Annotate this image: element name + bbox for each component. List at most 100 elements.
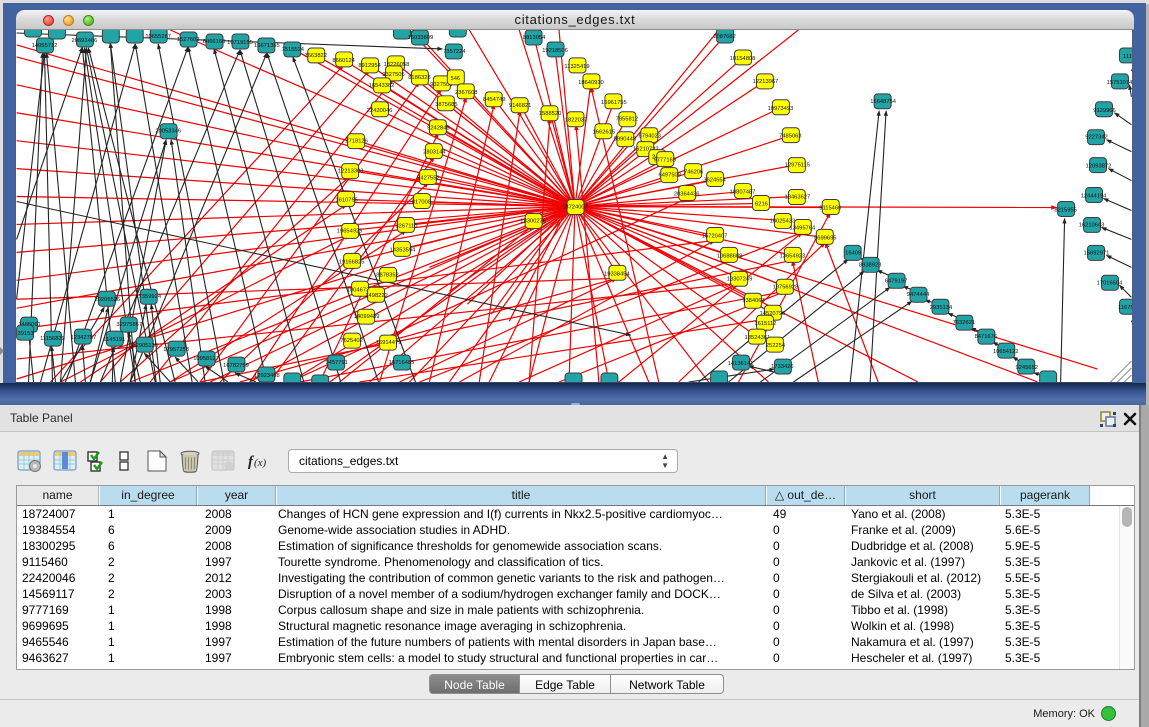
svg-text:8990448: 8990448	[614, 137, 636, 143]
svg-text:16648754: 16648754	[870, 99, 896, 105]
svg-text:8454749: 8454749	[483, 97, 505, 103]
svg-text:1145191: 1145191	[103, 337, 125, 343]
svg-text:15720407: 15720407	[702, 233, 728, 239]
svg-text:17957253: 17957253	[163, 347, 189, 353]
svg-text:18300275: 18300275	[520, 218, 546, 224]
svg-text:8878352: 8878352	[376, 272, 398, 278]
svg-text:16782759: 16782759	[223, 363, 249, 369]
svg-text:7625402: 7625402	[340, 338, 362, 344]
svg-text:2367608: 2367608	[455, 90, 477, 96]
svg-text:18463627: 18463627	[785, 195, 811, 201]
svg-text:7632621: 7632621	[953, 320, 975, 326]
svg-text:1615112: 1615112	[754, 321, 776, 327]
svg-text:20206526: 20206526	[94, 297, 120, 303]
svg-text:12093872: 12093872	[1086, 164, 1112, 170]
svg-text:9699695: 9699695	[814, 235, 836, 241]
svg-text:17359924: 17359924	[135, 294, 161, 300]
svg-text:10154808: 10154808	[730, 56, 756, 62]
svg-text:11325419: 11325419	[564, 64, 589, 70]
svg-text:15716485: 15716485	[389, 360, 415, 366]
svg-text:2087682: 2087682	[713, 34, 735, 40]
svg-text:12923468: 12923468	[254, 373, 280, 379]
svg-text:20691406: 20691406	[72, 38, 98, 44]
svg-text:2803144: 2803144	[423, 150, 446, 156]
svg-text:10025433: 10025433	[770, 218, 796, 224]
svg-text:3267110: 3267110	[395, 223, 417, 229]
svg-text:10973493: 10973493	[768, 106, 794, 112]
svg-text:20364436: 20364436	[674, 192, 700, 198]
svg-text:16210643: 16210643	[1079, 222, 1105, 228]
svg-text:7663822: 7663822	[305, 53, 327, 59]
svg-text:116753: 116753	[1118, 305, 1133, 311]
svg-text:9245652: 9245652	[1015, 365, 1037, 371]
svg-text:11156829: 11156829	[40, 336, 65, 342]
svg-text:16671355: 16671355	[254, 43, 280, 49]
svg-text:22420046: 22420046	[367, 108, 393, 114]
svg-text:12975115: 12975115	[785, 163, 810, 169]
svg-text:8471676: 8471676	[975, 334, 997, 340]
svg-text:14353594: 14353594	[390, 247, 416, 253]
svg-text:12905135: 12905135	[132, 343, 158, 349]
svg-text:19166825: 19166825	[339, 259, 365, 265]
svg-text:16961755: 16961755	[601, 100, 627, 106]
svg-text:8186328: 8186328	[408, 75, 430, 81]
svg-text:1588520: 1588520	[539, 111, 561, 117]
svg-text:13654923: 13654923	[780, 253, 806, 259]
svg-text:9777169: 9777169	[654, 158, 676, 164]
svg-text:8660124: 8660124	[332, 58, 355, 64]
svg-text:8215955: 8215955	[1054, 207, 1076, 213]
svg-text:16543382: 16543382	[369, 83, 395, 89]
svg-text:111: 111	[1123, 54, 1132, 60]
svg-text:9146821: 9146821	[509, 103, 531, 109]
svg-text:746206: 746206	[684, 170, 703, 176]
svg-text:20053346: 20053346	[155, 129, 181, 135]
svg-text:19338454: 19338454	[604, 271, 630, 277]
svg-text:9457791: 9457791	[325, 360, 347, 366]
svg-text:3875685: 3875685	[435, 102, 457, 108]
svg-text:7955812: 7955812	[616, 117, 638, 123]
svg-text:3624554: 3624554	[703, 178, 726, 184]
svg-text:6497508: 6497508	[659, 173, 681, 179]
svg-text:18724007: 18724007	[562, 204, 588, 210]
svg-text:10654122: 10654122	[993, 349, 1019, 355]
svg-text:10807487: 10807487	[730, 190, 756, 196]
svg-text:9227342: 9227342	[1085, 135, 1107, 141]
svg-text:(x): (x)	[254, 457, 267, 469]
svg-text:32975867: 32975867	[116, 322, 142, 328]
svg-text:12342757: 12342757	[71, 335, 97, 341]
svg-text:6216: 6216	[755, 202, 768, 208]
svg-text:10688609: 10688609	[717, 253, 743, 259]
svg-text:19756928: 19756928	[773, 284, 799, 290]
svg-text:8813054: 8813054	[523, 35, 546, 41]
svg-text:14099489: 14099489	[354, 314, 380, 320]
svg-text:10958127: 10958127	[193, 356, 219, 362]
svg-text:14136141: 14136141	[728, 361, 754, 367]
svg-text:18307249: 18307249	[727, 276, 753, 282]
svg-text:9384067: 9384067	[742, 298, 764, 304]
svg-text:817008: 817008	[412, 200, 431, 206]
svg-text:18640910: 18640910	[578, 80, 604, 86]
svg-text:12444194: 12444194	[1081, 194, 1107, 200]
svg-text:6466160: 6466160	[203, 39, 225, 45]
svg-text:546: 546	[451, 76, 461, 82]
svg-text:16914479: 16914479	[376, 340, 402, 346]
svg-text:39153: 39153	[18, 331, 34, 337]
svg-text:13495764: 13495764	[790, 225, 816, 231]
svg-text:8912954: 8912954	[358, 63, 381, 69]
svg-text:1822037: 1822037	[565, 118, 587, 124]
svg-text:9327505: 9327505	[382, 72, 404, 78]
svg-text:9129966: 9129966	[1093, 108, 1115, 114]
svg-text:1610755: 1610755	[335, 198, 357, 204]
svg-text:1498222: 1498222	[365, 293, 387, 299]
svg-text:19654925: 19654925	[337, 228, 363, 234]
svg-text:9115460: 9115460	[819, 205, 841, 211]
svg-text:2935134: 2935134	[930, 305, 953, 311]
svg-text:8427552: 8427552	[417, 176, 439, 182]
svg-text:12213967: 12213967	[753, 79, 779, 85]
svg-text:6794023: 6794023	[639, 134, 661, 140]
svg-text:252254: 252254	[766, 343, 786, 349]
svg-text:9474444: 9474444	[907, 292, 930, 298]
svg-text:14055712: 14055712	[32, 43, 58, 49]
svg-text:16409: 16409	[845, 250, 861, 256]
svg-text:10655287: 10655287	[145, 34, 171, 40]
